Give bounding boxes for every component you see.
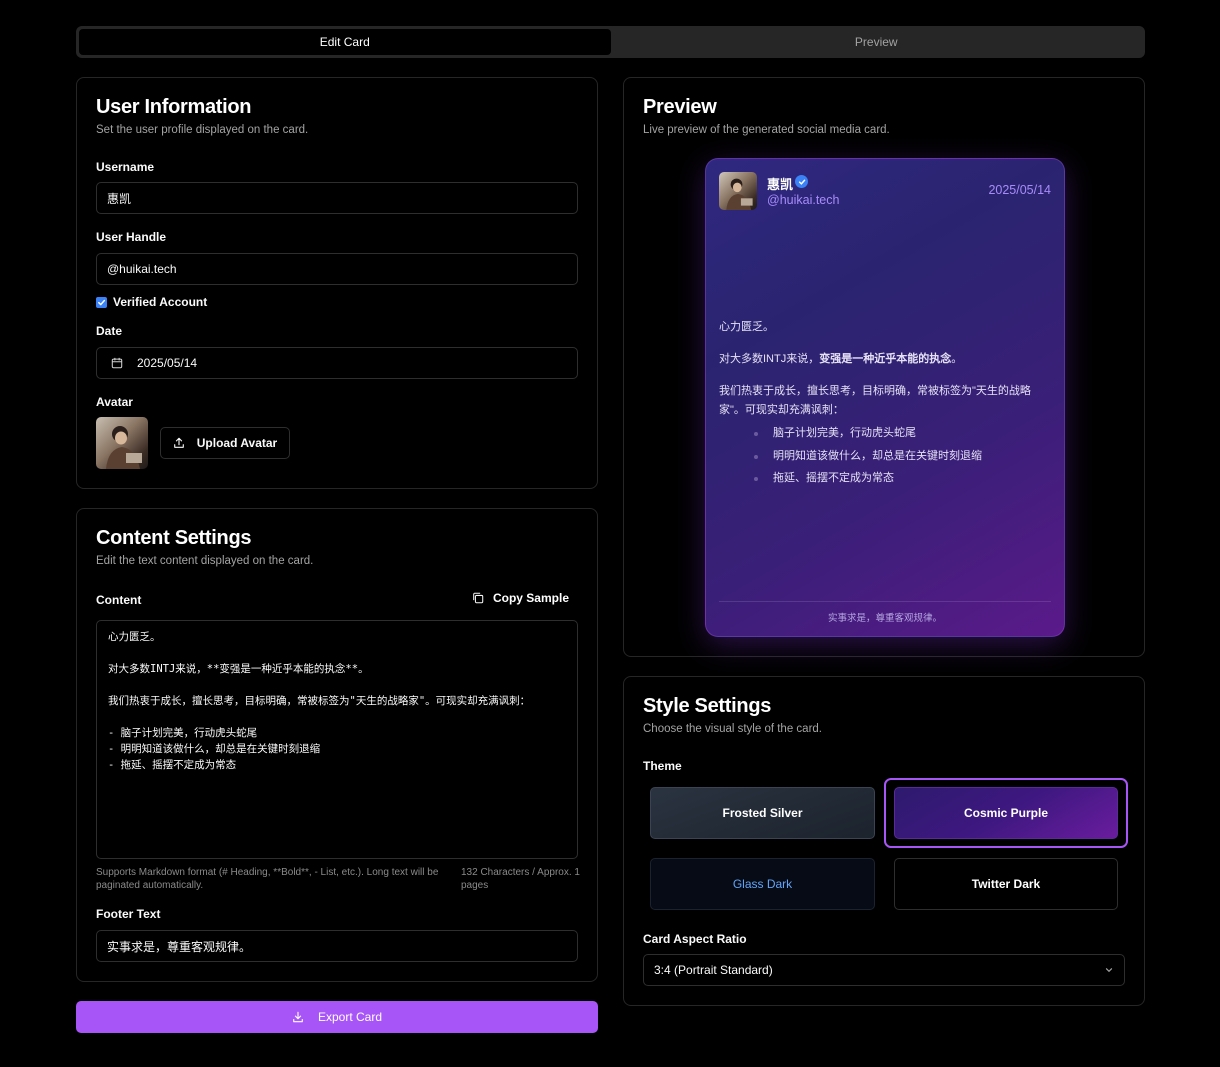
aspect-ratio-select[interactable]: 3:4 (Portrait Standard) <box>643 954 1125 986</box>
upload-avatar-button[interactable]: Upload Avatar <box>160 427 290 459</box>
export-card-button[interactable]: Export Card <box>76 1001 598 1033</box>
panel-title: Preview <box>643 96 717 118</box>
copy-icon <box>473 592 484 604</box>
avatar-photo-icon <box>726 178 753 210</box>
avatar-label: Avatar <box>96 395 133 409</box>
upload-icon <box>173 437 184 448</box>
footer-text-label: Footer Text <box>96 907 161 921</box>
card-username: 惠凯 <box>767 177 794 192</box>
verified-label: Verified Account <box>113 295 208 309</box>
list-item: 脑子计划完美，行动虎头蛇尾 <box>754 424 1054 443</box>
date-picker[interactable]: 2025/05/14 <box>96 347 578 379</box>
copy-sample-button[interactable]: Copy Sample <box>472 591 569 605</box>
copy-sample-label: Copy Sample <box>492 591 569 605</box>
panel-title: User Information <box>96 96 252 118</box>
theme-label: Theme <box>643 759 682 773</box>
tab-preview[interactable]: Preview <box>611 29 1143 55</box>
content-settings-panel: Content Settings Edit the text content d… <box>76 508 598 982</box>
verified-checkbox[interactable] <box>96 297 107 308</box>
card-date: 2025/05/14 <box>988 183 1051 197</box>
panel-title: Style Settings <box>643 695 772 717</box>
verified-badge-icon <box>795 175 808 188</box>
card-avatar <box>719 172 757 210</box>
list-item: 明明知道该做什么，却总是在关键时刻退缩 <box>754 447 1054 466</box>
character-count: 132 Characters / Approx. 1 pages <box>461 867 580 891</box>
avatar <box>96 417 148 469</box>
date-value: 2025/05/14 <box>137 356 198 370</box>
date-label: Date <box>96 324 123 338</box>
content-label: Content <box>96 593 142 607</box>
card-text: 。 <box>951 353 963 365</box>
username-input[interactable]: 惠凯 <box>96 182 578 214</box>
check-icon <box>798 179 805 185</box>
card-bold-text: 变强是一种近乎本能的执念 <box>819 353 952 365</box>
panel-description: Edit the text content displayed on the c… <box>96 555 314 567</box>
social-card-preview: 惠凯 @huikai.tech 2025/05/14 心力匮乏。 对大多数INT… <box>705 158 1065 637</box>
theme-cosmic-purple[interactable]: Cosmic Purple <box>894 787 1118 839</box>
card-list: 脑子计划完美，行动虎头蛇尾 明明知道该做什么，却总是在关键时刻退缩 拖延、摇摆不… <box>719 424 1054 488</box>
theme-twitter-dark[interactable]: Twitter Dark <box>894 858 1118 910</box>
panel-description: Choose the visual style of the card. <box>643 723 822 735</box>
check-icon <box>98 299 106 306</box>
card-text: 对大多数INTJ来说， <box>719 353 820 365</box>
download-icon <box>293 1011 303 1023</box>
aspect-ratio-value: 3:4 (Portrait Standard) <box>654 963 773 977</box>
export-card-label: Export Card <box>317 1010 383 1024</box>
list-item: 拖延、摇摆不定成为常态 <box>754 469 1054 488</box>
style-settings-panel: Style Settings Choose the visual style o… <box>623 676 1145 1006</box>
panel-description: Live preview of the generated social med… <box>643 124 890 136</box>
card-footer: 实事求是，尊重客观规律。 <box>827 613 942 624</box>
upload-avatar-label: Upload Avatar <box>196 436 278 450</box>
footer-text-input[interactable]: 实事求是，尊重客观规律。 <box>96 930 578 962</box>
aspect-ratio-label: Card Aspect Ratio <box>643 932 747 946</box>
tab-edit-card[interactable]: Edit Card <box>79 29 611 55</box>
chevron-down-icon <box>1105 968 1113 973</box>
handle-label: User Handle <box>96 230 167 244</box>
markdown-hint: Supports Markdown format (# Heading, **B… <box>96 867 439 891</box>
user-information-panel: User Information Set the user profile di… <box>76 77 598 489</box>
panel-title: Content Settings <box>96 527 252 549</box>
tab-bar: Edit Card Preview <box>76 26 1145 58</box>
calendar-icon <box>111 357 123 369</box>
content-textarea[interactable]: 心力匮乏。 对大多数INTJ来说，**变强是一种近乎本能的执念**。 我们热衷于… <box>96 620 578 859</box>
preview-panel: Preview Live preview of the generated so… <box>623 77 1145 657</box>
panel-description: Set the user profile displayed on the ca… <box>96 124 309 136</box>
handle-input[interactable]: @huikai.tech <box>96 253 578 285</box>
card-handle: @huikai.tech <box>767 193 840 207</box>
card-body: 心力匮乏。 对大多数INTJ来说，变强是一种近乎本能的执念。 我们热衷于成长，擅… <box>719 318 1054 492</box>
card-paragraph: 心力匮乏。 <box>719 321 774 333</box>
card-paragraph: 对大多数INTJ来说，变强是一种近乎本能的执念。 <box>719 350 1054 369</box>
card-paragraph: 我们热衷于成长，擅长思考，目标明确，常被标签为"天生的战略家"。可现实却充满讽刺… <box>719 385 1031 416</box>
username-label: Username <box>96 160 155 174</box>
avatar-photo-icon <box>106 426 142 469</box>
card-divider <box>719 601 1051 602</box>
theme-glass-dark[interactable]: Glass Dark <box>650 858 875 910</box>
theme-frosted-silver[interactable]: Frosted Silver <box>650 787 875 839</box>
